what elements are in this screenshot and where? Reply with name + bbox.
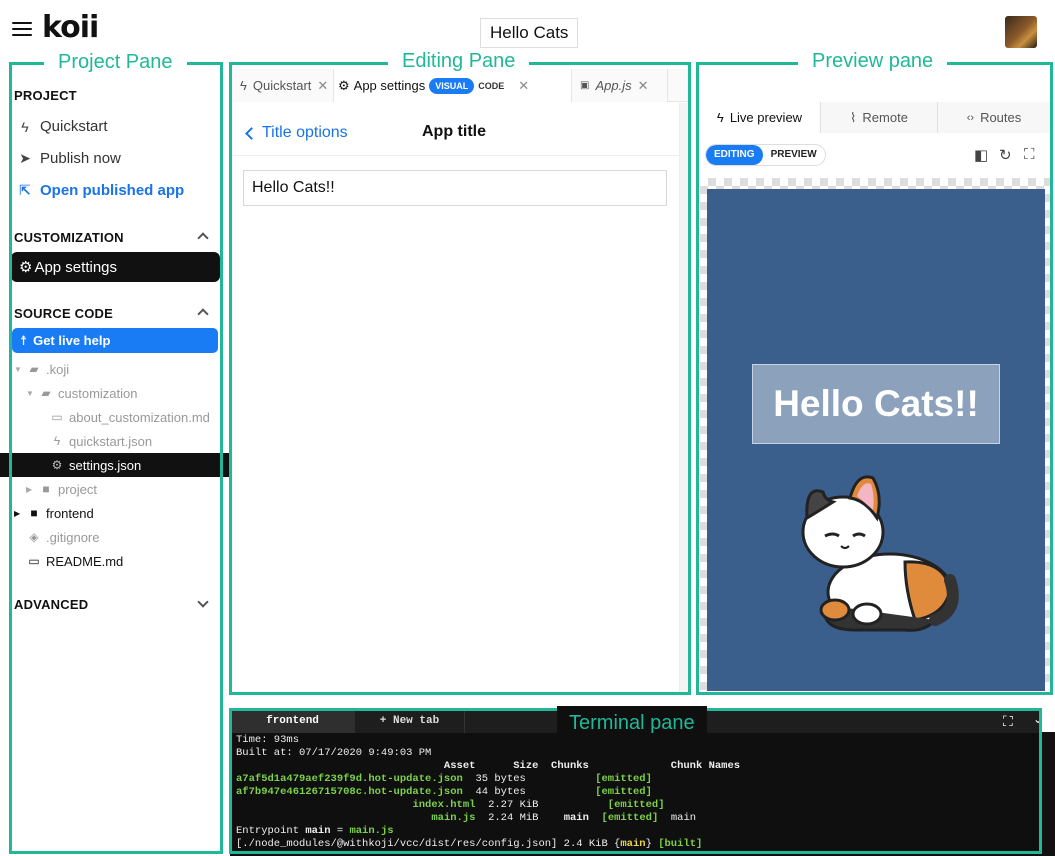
- project-pane-label: Project Pane: [44, 50, 187, 74]
- koii-logo[interactable]: koii: [42, 10, 99, 45]
- editing-pane-outline: [229, 62, 691, 695]
- preview-pane-outline: [696, 62, 1053, 695]
- app-title[interactable]: Hello Cats: [480, 18, 579, 48]
- terminal-pane-label: Terminal pane: [557, 706, 707, 740]
- editing-pane-label: Editing Pane: [388, 49, 530, 73]
- preview-pane-label: Preview pane: [798, 49, 948, 73]
- terminal-scrollbar[interactable]: [1042, 732, 1055, 856]
- hamburger-menu-icon[interactable]: [12, 22, 32, 38]
- project-pane-outline: [9, 62, 223, 854]
- avatar[interactable]: [1005, 16, 1037, 48]
